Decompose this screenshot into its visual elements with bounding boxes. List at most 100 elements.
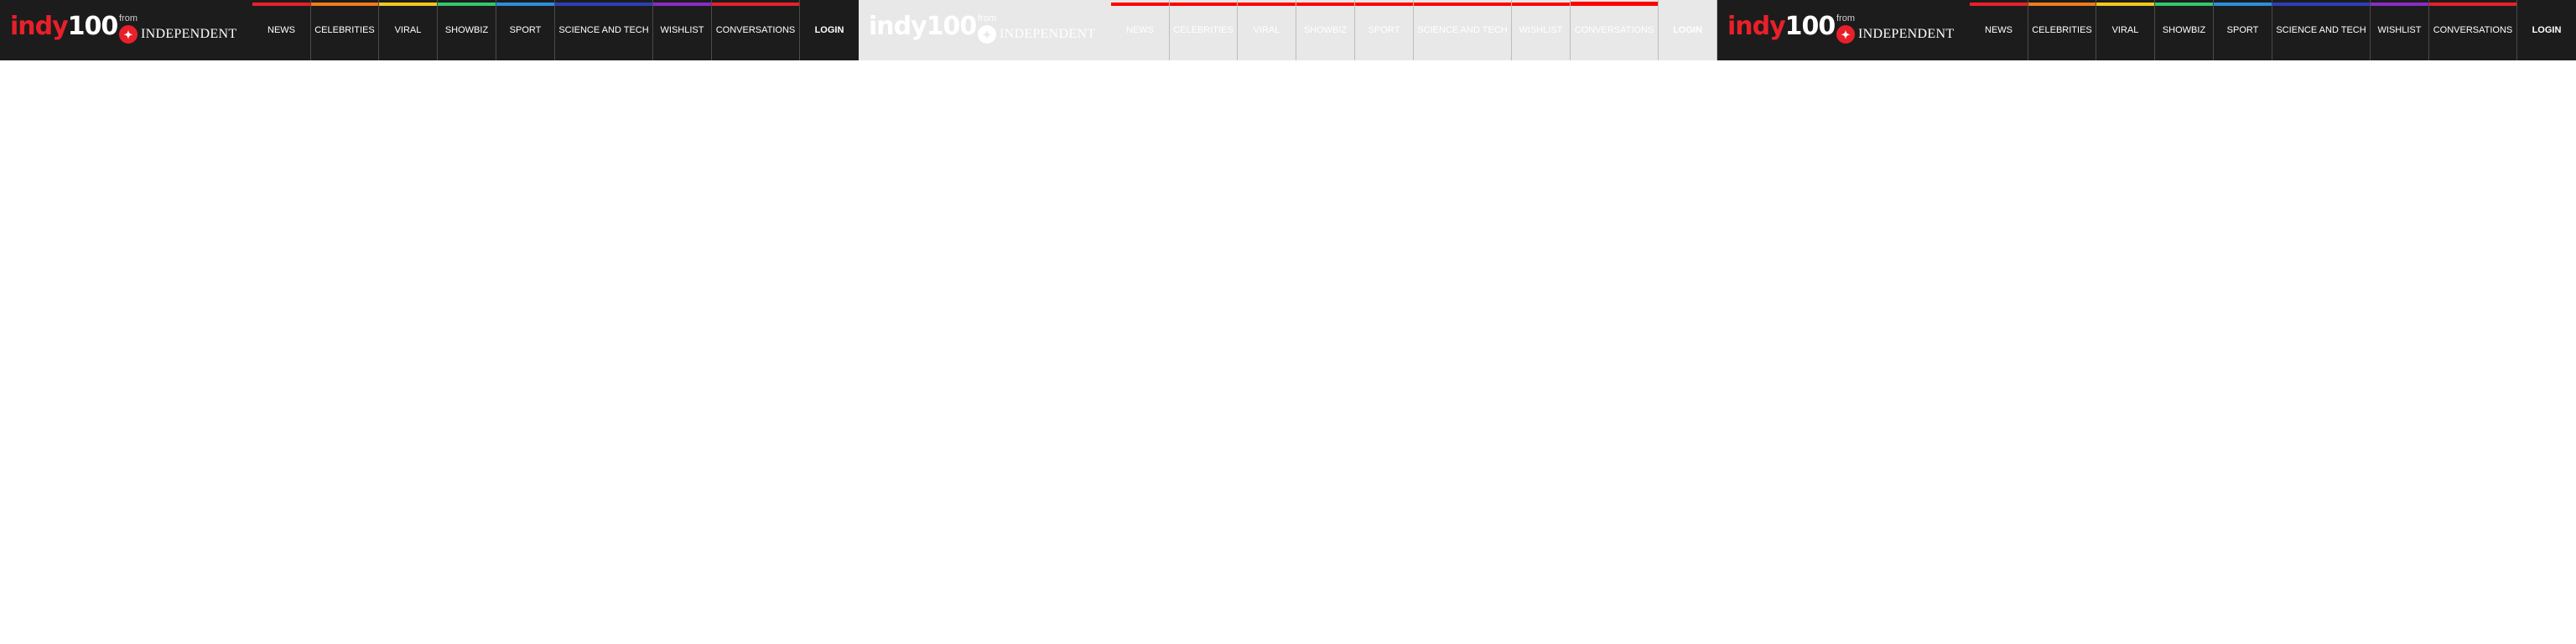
login-label: LOGIN [2532,25,2562,35]
site-header-faded: indy100 from ✦ INDEPENDENT NEWS CELEBRIT… [859,0,1717,60]
site-header: indy100 from ✦ INDEPENDENT NEWS CELEBRIT… [1717,0,2576,60]
nav-item-wishlist[interactable]: WISHLIST [1512,0,1571,60]
independent-text: INDEPENDENT [1000,27,1096,41]
independent-logo[interactable]: ✦ INDEPENDENT [978,25,1095,44]
indy100-logo[interactable]: indy100 [1727,12,1836,42]
nav-item-news[interactable]: NEWS [252,0,311,60]
nav-item-news[interactable]: NEWS [1970,0,2028,60]
independent-text: INDEPENDENT [141,27,237,41]
nav-color-bar [438,3,496,6]
independent-logo[interactable]: ✦ INDEPENDENT [119,25,236,44]
from-label: from [978,13,996,23]
login-label: LOGIN [814,25,844,35]
login-button[interactable]: LOGIN [2517,0,2576,60]
nav-item-label: CONVERSATIONS [2433,25,2513,35]
nav-color-bar [2214,3,2272,6]
nav-item-conversations[interactable]: CONVERSATIONS [2429,0,2517,60]
nav-item-science-and-tech[interactable]: SCIENCE AND TECH [1414,0,1512,60]
independent-logo[interactable]: ✦ INDEPENDENT [1836,25,1954,44]
nav-item-label: SHOWBIZ [1303,25,1348,35]
nav-item-celebrities[interactable]: CELEBRITIES [1170,0,1238,60]
nav-item-label: CELEBRITIES [314,25,375,35]
logo-indy-text: indy [869,12,927,41]
main-nav: NEWS CELEBRITIES VIRAL SHOWBIZ SPORT SCI… [1970,0,2576,60]
nav-color-bar [1170,3,1237,6]
logo-100-text: 100 [1784,12,1836,41]
nav-color-bar [712,3,799,6]
nav-item-label: NEWS [267,25,295,35]
nav-item-science-and-tech[interactable]: SCIENCE AND TECH [555,0,653,60]
nav-color-bar [653,3,711,6]
nav-item-label: VIRAL [2111,25,2139,35]
nav-item-sport[interactable]: SPORT [2214,0,2272,60]
logo-100-text: 100 [926,12,978,41]
indy100-logo[interactable]: indy100 [869,12,978,42]
independent-text: INDEPENDENT [1858,27,1955,41]
nav-item-label: WISHLIST [2377,25,2422,35]
nav-color-bar [1414,3,1511,6]
nav-item-label: SCIENCE AND TECH [1417,25,1508,35]
from-label: from [119,13,138,23]
brand-area[interactable]: indy100 from ✦ INDEPENDENT [859,0,1111,60]
nav-item-wishlist[interactable]: WISHLIST [2371,0,2429,60]
nav-item-conversations[interactable]: CONVERSATIONS [712,0,800,60]
nav-item-showbiz[interactable]: SHOWBIZ [438,0,496,60]
site-header: indy100 from ✦ INDEPENDENT NEWS CELEBRIT… [0,0,859,60]
main-nav: NEWS CELEBRITIES VIRAL SHOWBIZ SPORT SCI… [1111,0,1717,60]
brand-area[interactable]: indy100 from ✦ INDEPENDENT [1717,0,1970,60]
nav-item-wishlist[interactable]: WISHLIST [653,0,712,60]
nav-color-bar [2429,3,2516,6]
main-nav: NEWS CELEBRITIES VIRAL SHOWBIZ SPORT SCI… [252,0,859,60]
nav-item-celebrities[interactable]: CELEBRITIES [2028,0,2096,60]
nav-item-label: SPORT [1368,25,1400,35]
nav-item-label: SCIENCE AND TECH [558,25,649,35]
nav-color-bar [1111,3,1169,6]
nav-item-label: CONVERSATIONS [715,25,796,35]
nav-item-news[interactable]: NEWS [1111,0,1170,60]
logo-100-text: 100 [67,12,119,41]
nav-color-bar [2272,3,2370,6]
nav-item-viral[interactable]: VIRAL [379,0,438,60]
nav-color-bar [555,3,652,6]
nav-color-bar [1296,3,1354,6]
nav-item-label: SPORT [2226,25,2259,35]
nav-color-bar [1970,3,2028,6]
nav-item-showbiz[interactable]: SHOWBIZ [1296,0,1355,60]
nav-color-bar [1355,3,1413,6]
nav-color-bar [2028,3,2096,6]
screenshot-stage: indy100 from ✦ INDEPENDENT NEWS CELEBRIT… [0,0,2576,644]
nav-item-label: SHOWBIZ [2162,25,2206,35]
nav-color-bar [311,3,378,6]
nav-item-viral[interactable]: VIRAL [2096,0,2155,60]
login-button[interactable]: LOGIN [800,0,859,60]
nav-item-showbiz[interactable]: SHOWBIZ [2155,0,2214,60]
nav-item-science-and-tech[interactable]: SCIENCE AND TECH [2272,0,2371,60]
nav-item-label: CONVERSATIONS [1574,25,1654,35]
nav-item-celebrities[interactable]: CELEBRITIES [311,0,379,60]
nav-item-sport[interactable]: SPORT [496,0,555,60]
indy100-logo[interactable]: indy100 [10,12,119,42]
nav-item-label: SCIENCE AND TECH [2276,25,2366,35]
nav-item-label: CELEBRITIES [2032,25,2092,35]
login-label: LOGIN [1673,25,1702,35]
nav-color-bar [252,3,310,6]
nav-color-bar [379,3,437,6]
login-button[interactable]: LOGIN [1659,0,1717,60]
nav-item-label: SHOWBIZ [444,25,489,35]
nav-color-bar [2096,3,2154,6]
eagle-icon: ✦ [119,25,138,44]
nav-color-bar [496,3,554,6]
logo-indy-text: indy [1727,12,1786,41]
nav-item-sport[interactable]: SPORT [1355,0,1414,60]
logo-indy-text: indy [10,12,69,41]
brand-area[interactable]: indy100 from ✦ INDEPENDENT [0,0,252,60]
nav-item-label: NEWS [1985,25,2012,35]
nav-item-conversations[interactable]: CONVERSATIONS [1571,0,1659,60]
nav-item-label: WISHLIST [1519,25,1563,35]
nav-item-label: SPORT [509,25,542,35]
nav-color-bar [2371,3,2428,6]
nav-color-bar [1512,3,1570,6]
eagle-icon: ✦ [978,25,996,44]
nav-item-label: VIRAL [1253,25,1280,35]
nav-item-viral[interactable]: VIRAL [1238,0,1296,60]
